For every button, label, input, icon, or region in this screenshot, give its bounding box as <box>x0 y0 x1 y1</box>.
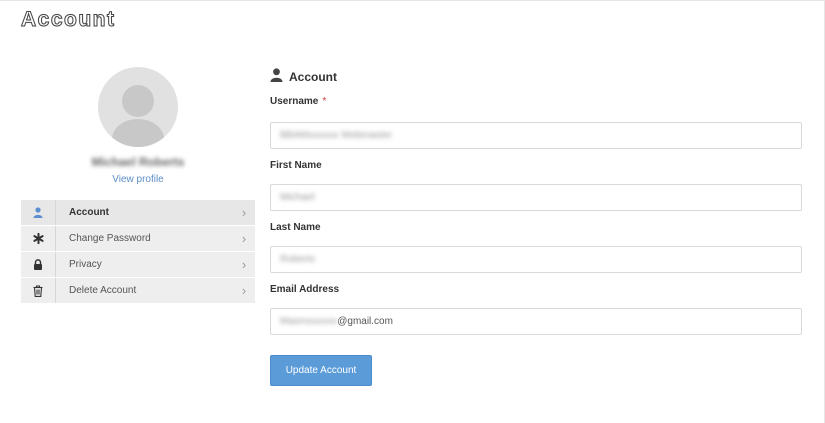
chevron-right-icon: › <box>241 257 247 272</box>
email-label: Email Address <box>270 284 340 295</box>
menu-item-change-password[interactable]: Change Password › <box>21 226 255 251</box>
user-icon <box>21 200 56 225</box>
page-title: Account <box>21 8 116 32</box>
first-name-field[interactable]: Michael <box>270 184 802 211</box>
avatar-body-shape <box>112 119 164 147</box>
trash-icon <box>21 278 56 303</box>
account-menu: Account › Change Password › Privacy › De… <box>21 200 255 304</box>
chevron-right-icon: › <box>241 231 247 246</box>
avatar[interactable] <box>98 67 178 147</box>
section-title: Account <box>289 70 337 84</box>
first-name-label: First Name <box>270 160 322 171</box>
first-name-value: Michael <box>280 192 315 203</box>
chevron-right-icon: › <box>241 205 247 220</box>
avatar-head-shape <box>122 85 154 117</box>
display-name: Michael Roberts <box>91 155 185 169</box>
email-masked-value: Masmxxxxxx <box>280 316 338 327</box>
last-name-field[interactable]: Roberts <box>270 246 802 273</box>
username-value: BBAMxxxxxx Webmaster <box>280 130 393 141</box>
email-domain: @gmail.com <box>337 316 393 327</box>
username-field[interactable]: BBAMxxxxxx Webmaster <box>270 122 802 149</box>
chevron-right-icon: › <box>241 283 247 298</box>
last-name-value: Roberts <box>280 254 316 265</box>
menu-item-label: Account <box>69 207 109 218</box>
profile-card: Michael Roberts View profile <box>21 67 255 187</box>
username-label: Username * <box>270 96 327 107</box>
section-header: Account <box>270 67 802 87</box>
menu-item-label: Privacy <box>69 259 102 270</box>
asterisk-icon <box>21 226 56 251</box>
lock-icon <box>21 252 56 277</box>
view-profile-link[interactable]: View profile <box>112 174 164 185</box>
required-mark: * <box>322 96 327 107</box>
email-field[interactable]: Masmxxxxxx @gmail.com <box>270 308 802 335</box>
menu-item-label: Change Password <box>69 233 151 244</box>
user-icon <box>270 67 283 87</box>
menu-item-privacy[interactable]: Privacy › <box>21 252 255 277</box>
update-account-button[interactable]: Update Account <box>270 355 372 386</box>
menu-item-delete-account[interactable]: Delete Account › <box>21 278 255 303</box>
account-form: Account Username * BBAMxxxxxx Webmaster F… <box>270 67 802 335</box>
last-name-label: Last Name <box>270 222 321 233</box>
menu-item-account[interactable]: Account › <box>21 200 255 225</box>
menu-item-label: Delete Account <box>69 285 137 296</box>
